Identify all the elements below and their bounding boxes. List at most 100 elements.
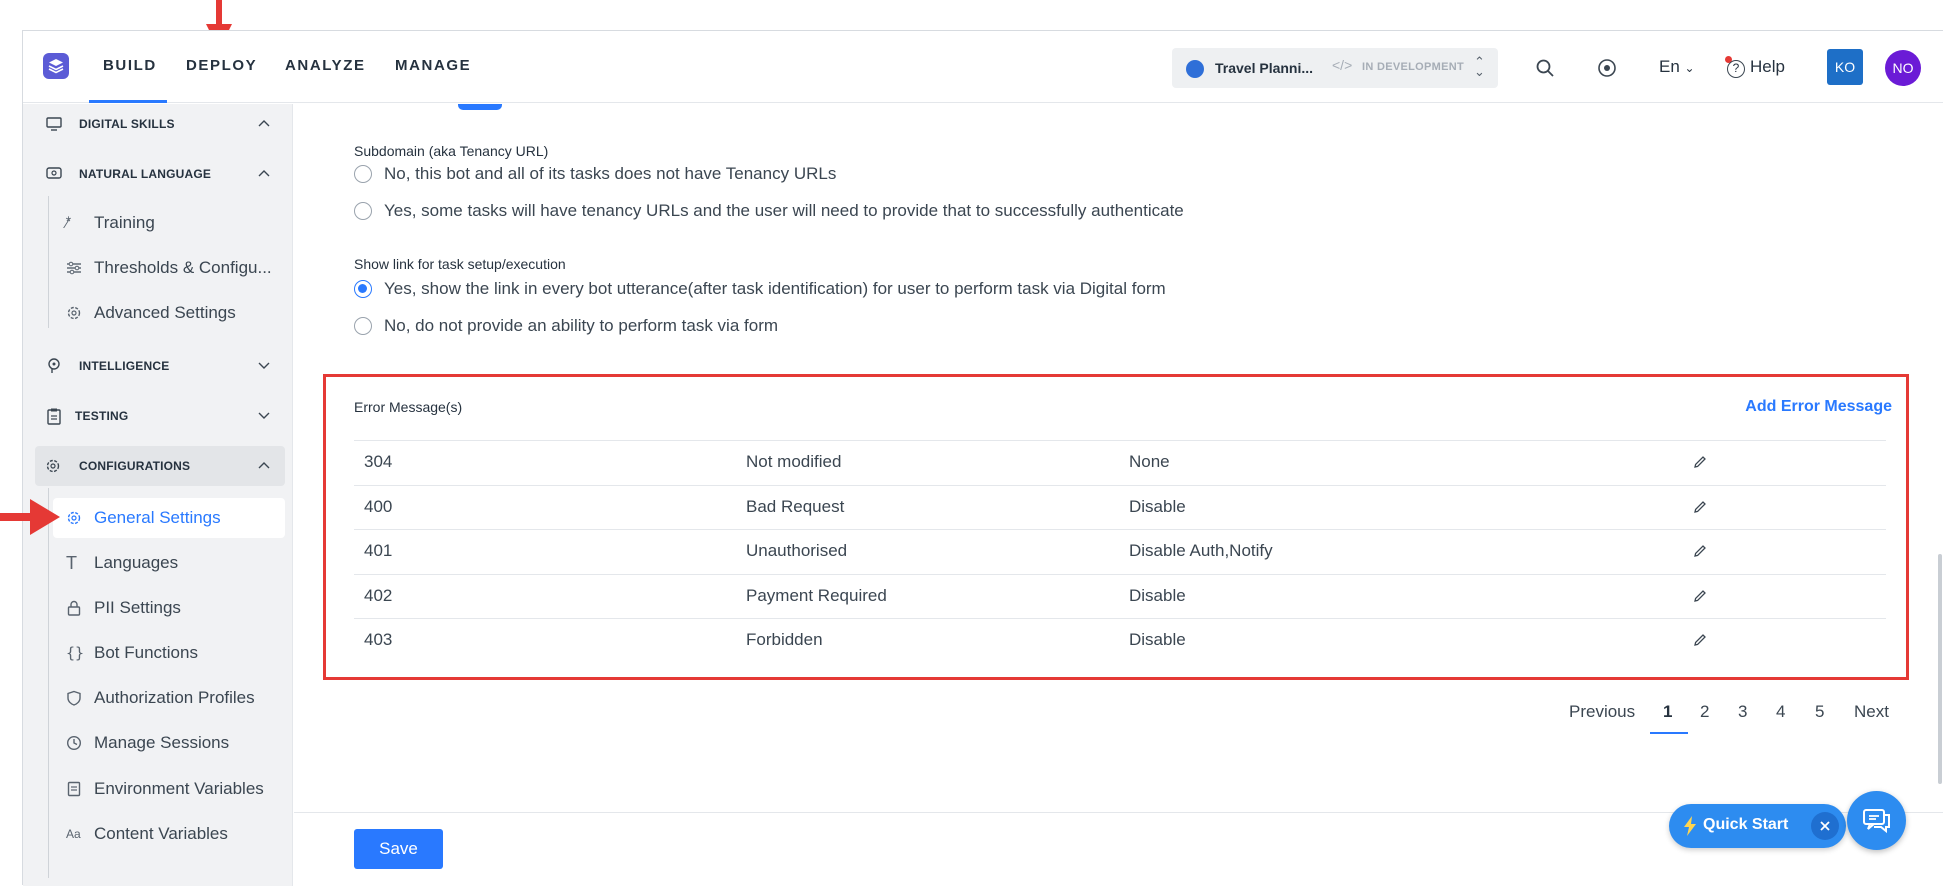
- error-action: Disable: [1129, 496, 1186, 516]
- sidebar-item-content-variables[interactable]: Aa Content Variables: [53, 814, 285, 854]
- braces-icon: {}: [66, 644, 85, 662]
- tree-line: [48, 488, 49, 878]
- language-selector[interactable]: En ⌄: [1659, 57, 1695, 77]
- text-aa-icon: Aa: [66, 827, 81, 841]
- chat-icon: [46, 167, 62, 179]
- edit-pencil-icon[interactable]: [1692, 499, 1708, 515]
- sidebar-item-languages[interactable]: T Languages: [53, 543, 285, 583]
- tab-manage[interactable]: MANAGE: [395, 57, 471, 74]
- close-icon[interactable]: [1811, 812, 1839, 840]
- radio-label: Yes, some tasks will have tenancy URLs a…: [384, 201, 1184, 220]
- top-nav: BUILD DEPLOY ANALYZE MANAGE Travel Plann…: [23, 31, 1943, 103]
- item-label: Languages: [94, 553, 179, 572]
- sidebar: DIGITAL SKILLS NATURAL LANGUAGE ⁄⃰ Train…: [23, 104, 293, 886]
- chevron-up-icon: [258, 120, 270, 127]
- bot-status: IN DEVELOPMENT: [1362, 61, 1464, 73]
- error-action: Disable: [1129, 630, 1186, 649]
- item-label: General Settings: [94, 508, 221, 527]
- group-label: TESTING: [75, 409, 129, 423]
- item-label: PII Settings: [94, 598, 181, 617]
- item-label: Environment Variables: [94, 779, 264, 798]
- pagination-page-1[interactable]: 1: [1663, 702, 1672, 732]
- tab-deploy[interactable]: DEPLOY: [186, 57, 257, 74]
- scrollbar[interactable]: [1938, 554, 1942, 784]
- clipboard-icon: [47, 408, 61, 425]
- quick-start-button[interactable]: Quick Start: [1669, 804, 1846, 848]
- error-name: Unauthorised: [746, 541, 848, 560]
- error-name: Bad Request: [746, 496, 845, 516]
- table-row: 403 Forbidden Disable: [354, 618, 1886, 663]
- error-name: Payment Required: [746, 585, 887, 605]
- error-code: 401: [364, 541, 393, 560]
- bot-selector[interactable]: Travel Planni... </> IN DEVELOPMENT ⌃ ⌄: [1172, 48, 1498, 88]
- sidebar-item-pii-settings[interactable]: PII Settings: [53, 588, 285, 628]
- item-label: Content Variables: [94, 824, 228, 843]
- show-link-option-no[interactable]: No, do not provide an ability to perform…: [354, 315, 778, 337]
- help-link[interactable]: ? Help: [1727, 57, 1785, 78]
- subdomain-option-yes[interactable]: Yes, some tasks will have tenancy URLs a…: [354, 200, 1184, 222]
- sidebar-group-intelligence[interactable]: INTELLIGENCE: [35, 346, 285, 386]
- table-row: 304 Not modified None: [354, 440, 1886, 485]
- text-t-icon: T: [66, 553, 77, 573]
- toggle-fragment: [458, 104, 502, 110]
- pagination-page-4[interactable]: 4: [1776, 702, 1785, 732]
- show-link-option-yes[interactable]: Yes, show the link in every bot utteranc…: [354, 278, 1166, 300]
- save-button[interactable]: Save: [354, 829, 443, 869]
- sidebar-group-configurations[interactable]: CONFIGURATIONS: [35, 446, 285, 486]
- chevron-down-icon: ⌄: [1684, 61, 1695, 75]
- radio-button[interactable]: [354, 202, 372, 220]
- app-logo-icon[interactable]: [43, 53, 69, 79]
- target-icon[interactable]: [1597, 58, 1617, 78]
- pagination-page-3[interactable]: 3: [1738, 702, 1747, 732]
- clock-icon: [66, 735, 82, 751]
- radio-button-selected[interactable]: [354, 280, 372, 298]
- add-error-message-link[interactable]: Add Error Message: [1745, 398, 1892, 416]
- radio-button[interactable]: [354, 317, 372, 335]
- sidebar-group-testing[interactable]: TESTING: [35, 396, 285, 436]
- sidebar-item-training[interactable]: ⁄⃰ Training: [53, 203, 285, 243]
- magic-wand-icon: ⁄⃰: [66, 215, 69, 231]
- sidebar-item-thresholds[interactable]: Thresholds & Configu...: [53, 248, 285, 288]
- gear-icon: [67, 306, 81, 320]
- avatar-no[interactable]: NO: [1885, 50, 1921, 86]
- sidebar-item-advanced-settings[interactable]: Advanced Settings: [53, 293, 285, 333]
- pagination-page-2[interactable]: 2: [1700, 702, 1709, 732]
- subdomain-option-no[interactable]: No, this bot and all of its tasks does n…: [354, 163, 836, 185]
- edit-pencil-icon[interactable]: [1692, 543, 1708, 559]
- sidebar-item-general-settings[interactable]: General Settings: [53, 498, 285, 538]
- pagination-previous[interactable]: Previous: [1569, 702, 1635, 732]
- chevron-up-icon: [258, 170, 270, 177]
- edit-pencil-icon[interactable]: [1692, 588, 1708, 604]
- chevron-down-icon: [258, 412, 270, 419]
- radio-button[interactable]: [354, 165, 372, 183]
- search-icon[interactable]: [1535, 58, 1555, 78]
- sidebar-item-authorization-profiles[interactable]: Authorization Profiles: [53, 678, 285, 718]
- tab-build[interactable]: BUILD: [103, 57, 157, 74]
- item-label: Thresholds & Configu...: [94, 258, 272, 277]
- avatar-ko[interactable]: KO: [1827, 49, 1863, 85]
- error-messages-title: Error Message(s): [354, 399, 463, 415]
- error-name: Forbidden: [746, 630, 823, 649]
- sidebar-group-natural-language[interactable]: NATURAL LANGUAGE: [35, 154, 285, 194]
- radio-label: Yes, show the link in every bot utteranc…: [384, 279, 1166, 298]
- lightning-icon: [1684, 816, 1696, 836]
- group-label: CONFIGURATIONS: [79, 459, 191, 473]
- pagination-page-5[interactable]: 5: [1815, 702, 1824, 732]
- pagination-next[interactable]: Next: [1854, 702, 1889, 732]
- tab-analyze[interactable]: ANALYZE: [285, 57, 366, 74]
- brain-icon: [48, 358, 60, 373]
- edit-pencil-icon[interactable]: [1692, 632, 1708, 648]
- chat-support-button[interactable]: [1847, 791, 1906, 850]
- sidebar-item-environment-variables[interactable]: Environment Variables: [53, 769, 285, 809]
- gears-icon: [46, 459, 60, 473]
- table-row: 402 Payment Required Disable: [354, 573, 1886, 619]
- error-action: Disable Auth,Notify: [1129, 541, 1273, 560]
- question-icon: ?: [1727, 60, 1745, 78]
- sidebar-item-manage-sessions[interactable]: Manage Sessions: [53, 723, 285, 763]
- item-label: Bot Functions: [94, 643, 198, 662]
- edit-pencil-icon[interactable]: [1692, 454, 1708, 470]
- sidebar-group-digital-skills[interactable]: DIGITAL SKILLS: [35, 104, 285, 144]
- sidebar-item-bot-functions[interactable]: {} Bot Functions: [53, 633, 285, 673]
- show-link-label: Show link for task setup/execution: [354, 256, 566, 272]
- chevron-updown-icon: ⌃ ⌄: [1474, 54, 1485, 79]
